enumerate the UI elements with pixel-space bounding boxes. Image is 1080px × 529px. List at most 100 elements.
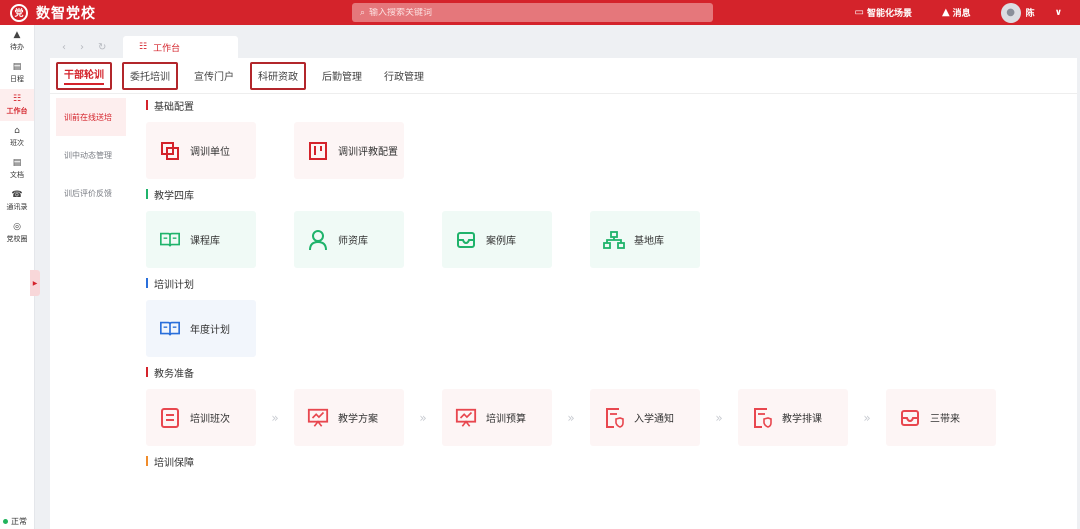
card-three-bring[interactable]: 三带来: [886, 389, 996, 446]
nav-item-contacts[interactable]: ☎ 通讯录: [0, 185, 34, 217]
tab-label: 科研资政: [258, 72, 298, 83]
tab-workbench[interactable]: ☷ 工作台: [123, 36, 238, 58]
card-label: 调训评教配置: [338, 147, 398, 158]
refresh-icon[interactable]: ↻: [98, 42, 106, 53]
workbench-panel: 干部轮训 委托培训 宣传门户 科研资政 后勤管理 行政管理 训前在线送培 训中动…: [50, 58, 1077, 529]
app-logo[interactable]: 党 数智党校: [10, 3, 340, 23]
card-annual-plan[interactable]: 年度计划: [146, 300, 256, 357]
inbox-icon: [455, 229, 477, 251]
tab-label: 委托培训: [130, 72, 170, 83]
card-label: 年度计划: [190, 325, 230, 336]
bell-icon: ▲: [941, 7, 950, 18]
section-title-text: 教务准备: [154, 368, 194, 380]
tab-cadre-training[interactable]: 干部轮训: [56, 61, 112, 90]
message-label: 消息: [952, 9, 971, 19]
nav-label: 日程: [10, 75, 24, 83]
card-course-library[interactable]: 课程库: [146, 211, 256, 268]
section-title: 教学四库: [146, 187, 1046, 202]
inbox-icon: [899, 407, 921, 429]
doc-shield-icon: [603, 407, 625, 429]
card-base-library[interactable]: 基地库: [590, 211, 700, 268]
circle-icon: ◎: [13, 222, 21, 232]
nav-item-workbench[interactable]: ☷ 工作台: [0, 89, 34, 121]
tab-entrusted-training[interactable]: 委托培训: [122, 61, 178, 90]
grid-icon: ☷: [139, 42, 148, 52]
nav-item-documents[interactable]: ▤ 文档: [0, 153, 34, 185]
section-title-text: 基础配置: [154, 101, 194, 113]
card-label: 入学通知: [634, 414, 674, 425]
tab-administration[interactable]: 行政管理: [378, 62, 430, 90]
connection-status: 正常: [3, 516, 27, 527]
card-label: 培训班次: [190, 414, 230, 425]
monitor-icon: ▭: [854, 7, 864, 18]
side-item-post-training[interactable]: 训后评价反馈: [56, 174, 126, 212]
side-item-pre-training[interactable]: 训前在线送培: [56, 98, 126, 136]
section-bar: [146, 189, 148, 199]
side-item-in-training[interactable]: 训中动态管理: [56, 136, 126, 174]
section-title-text: 培训保障: [154, 457, 194, 469]
person-icon: [307, 229, 329, 251]
section-training-support: 培训保障: [146, 454, 1046, 469]
nav-item-class[interactable]: ⌂ 班次: [0, 121, 34, 153]
card-label: 基地库: [634, 236, 664, 247]
double-chevron-right-icon: »: [419, 410, 427, 425]
section-bar: [146, 278, 148, 288]
doc-shield-icon: [751, 407, 773, 429]
card-label: 案例库: [486, 236, 516, 247]
nav-item-todo[interactable]: ▲ 待办: [0, 25, 34, 57]
tab-label: 干部轮训: [64, 66, 104, 85]
card-training-unit[interactable]: 调训单位: [146, 122, 256, 179]
double-chevron-right-icon: »: [271, 410, 279, 425]
card-case-library[interactable]: 案例库: [442, 211, 552, 268]
section-title-text: 培训计划: [154, 279, 194, 291]
status-dot-icon: [3, 519, 8, 524]
message-button[interactable]: ▲ 消息: [942, 6, 971, 19]
card-label: 培训预算: [486, 414, 526, 425]
document-icon: ▤: [12, 158, 22, 168]
section-title: 基础配置: [146, 98, 1046, 113]
card-label: 师资库: [338, 236, 368, 247]
nav-label: 工作台: [6, 107, 28, 115]
search-box[interactable]: ⌕: [352, 3, 713, 22]
card-label: 调训单位: [190, 147, 230, 158]
card-training-class[interactable]: 培训班次: [146, 389, 256, 446]
card-training-budget[interactable]: 培训预算: [442, 389, 552, 446]
list-icon: [159, 407, 181, 429]
section-bar: [146, 100, 148, 110]
status-label: 正常: [11, 517, 27, 526]
tab-label: 行政管理: [384, 72, 424, 83]
app-title: 数智党校: [36, 5, 96, 22]
tab-logistics[interactable]: 后勤管理: [316, 62, 368, 90]
tab-research[interactable]: 科研资政: [250, 61, 306, 90]
smart-scene-label: 智能化场景: [866, 9, 912, 19]
book-open-icon: [159, 318, 181, 340]
nav-item-circle[interactable]: ◎ 党校圈: [0, 217, 34, 249]
forward-icon[interactable]: ›: [80, 42, 84, 53]
home-icon: ⌂: [14, 126, 20, 136]
calendar-icon: ▤: [12, 62, 22, 72]
card-teaching-plan[interactable]: 教学方案: [294, 389, 404, 446]
search-icon: ⌕: [360, 7, 366, 18]
chevron-down-icon: ∨: [1054, 7, 1062, 18]
section-title: 教务准备: [146, 365, 1046, 380]
double-chevron-right-icon: »: [567, 410, 575, 425]
section-training-plan: 培训计划 年度计划: [146, 276, 1046, 357]
card-admission-notice[interactable]: 入学通知: [590, 389, 700, 446]
search-input[interactable]: [369, 7, 690, 18]
nav-label: 党校圈: [6, 235, 28, 243]
card-evaluation-config[interactable]: 调训评教配置: [294, 122, 404, 179]
overlap-squares-icon: [159, 140, 181, 162]
user-menu[interactable]: ● 陈 ∨: [1000, 2, 1062, 23]
expand-arrow-icon[interactable]: ▶: [30, 270, 40, 296]
nav-label: 待办: [10, 43, 24, 51]
smart-scene-button[interactable]: ▭ 智能化场景: [854, 6, 911, 19]
grid-icon: ☷: [12, 94, 22, 104]
left-nav: ▲ 待办 ▤ 日程 ☷ 工作台 ⌂ 班次 ▤ 文档 ☎ 通讯录 ◎ 党校圈 ▶ …: [0, 25, 40, 529]
back-icon[interactable]: ‹: [62, 42, 66, 53]
card-course-scheduling[interactable]: 教学排课: [738, 389, 848, 446]
section-academic-preparation: 教务准备 培训班次 » 教学方案 » 培训预算 » 入学通知 » 教学排课 » …: [146, 365, 1046, 446]
card-teacher-library[interactable]: 师资库: [294, 211, 404, 268]
nav-item-schedule[interactable]: ▤ 日程: [0, 57, 34, 89]
module-content: 基础配置 调训单位 调训评教配置 教学四库 课程库 师资库 案例库 基地库 培训…: [146, 98, 1046, 478]
tab-publicity-portal[interactable]: 宣传门户: [188, 62, 240, 90]
